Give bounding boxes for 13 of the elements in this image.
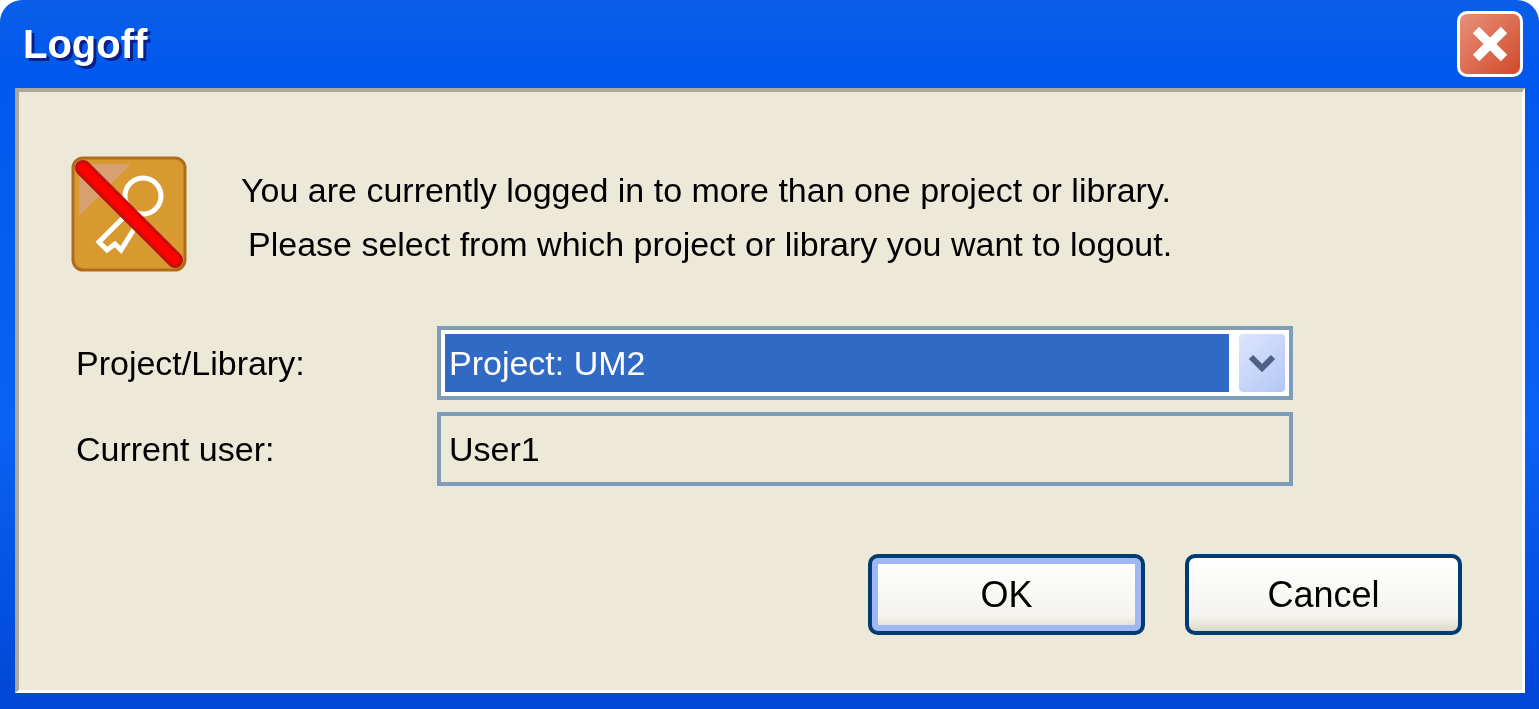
message-text: You are currently logged in to more than one project or library. — [241, 171, 1171, 209]
close-button[interactable] — [1457, 11, 1523, 77]
field-label: Project/Library: — [75, 343, 305, 382]
dialog-button[interactable]: Cancel — [1185, 554, 1462, 635]
window-title: Logoff — [23, 21, 148, 68]
field-label: Current user: — [75, 429, 275, 468]
project-dropdown[interactable]: Project: UM2 — [437, 326, 1293, 400]
crossed-key-icon — [71, 156, 187, 272]
dialog-button[interactable]: OK — [868, 554, 1145, 635]
close-icon — [1470, 24, 1510, 64]
user-field: User1 — [437, 412, 1293, 486]
chevron-down-icon — [1248, 354, 1276, 372]
message-text: Please select from which project or library you want to logout. — [248, 225, 1173, 263]
